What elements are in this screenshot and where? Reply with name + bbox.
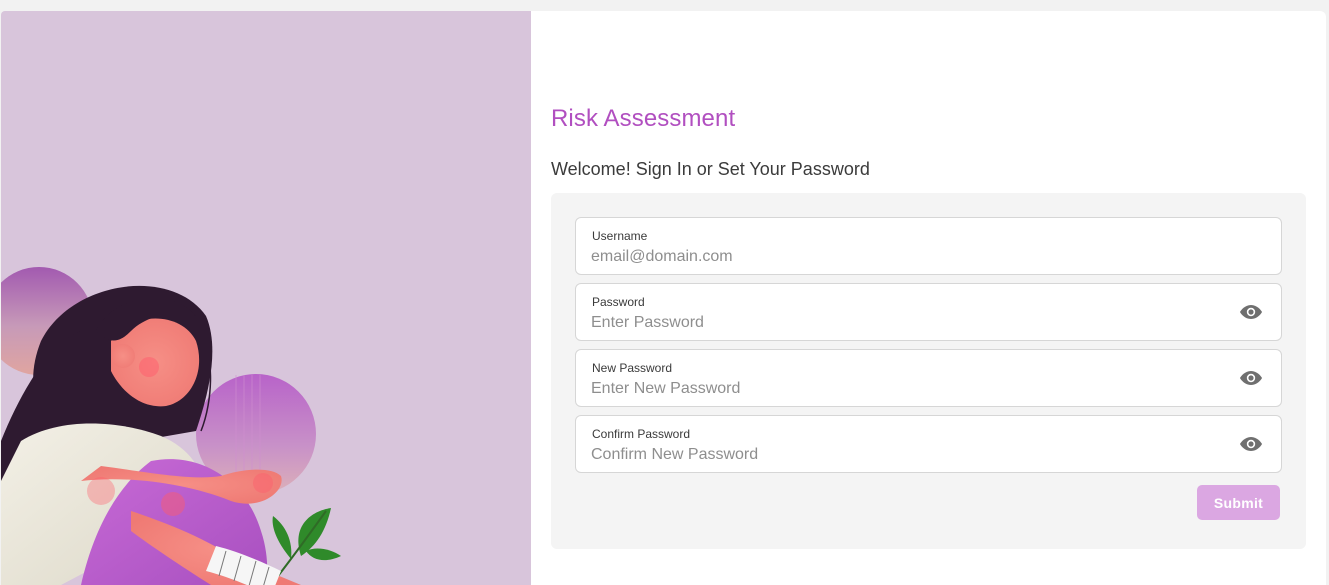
new-password-label: New Password bbox=[592, 361, 673, 375]
submit-button[interactable]: Submit bbox=[1197, 485, 1280, 520]
form-panel: Risk Assessment Welcome! Sign In or Set … bbox=[531, 11, 1326, 585]
password-label: Password bbox=[592, 295, 645, 309]
eye-icon[interactable] bbox=[1239, 368, 1263, 388]
password-input[interactable] bbox=[591, 312, 1211, 334]
sad-woman-illustration bbox=[1, 267, 341, 585]
username-label: Username bbox=[592, 229, 648, 243]
new-password-field-box[interactable]: New Password bbox=[575, 349, 1282, 407]
eye-icon[interactable] bbox=[1239, 302, 1263, 322]
confirm-password-field-box[interactable]: Confirm Password bbox=[575, 415, 1282, 473]
sign-in-form-card: Username Password New Password bbox=[551, 193, 1306, 549]
confirm-password-input[interactable] bbox=[591, 444, 1211, 466]
eye-icon[interactable] bbox=[1239, 434, 1263, 454]
welcome-heading: Welcome! Sign In or Set Your Password bbox=[551, 159, 870, 179]
confirm-password-label: Confirm Password bbox=[592, 427, 691, 441]
username-input[interactable] bbox=[591, 246, 1211, 268]
login-page: Risk Assessment Welcome! Sign In or Set … bbox=[1, 11, 1326, 585]
illustration-panel bbox=[1, 11, 531, 585]
app-title: Risk Assessment bbox=[551, 105, 736, 132]
password-field-box[interactable]: Password bbox=[575, 283, 1282, 341]
new-password-input[interactable] bbox=[591, 378, 1211, 400]
username-field-box[interactable]: Username bbox=[575, 217, 1282, 275]
